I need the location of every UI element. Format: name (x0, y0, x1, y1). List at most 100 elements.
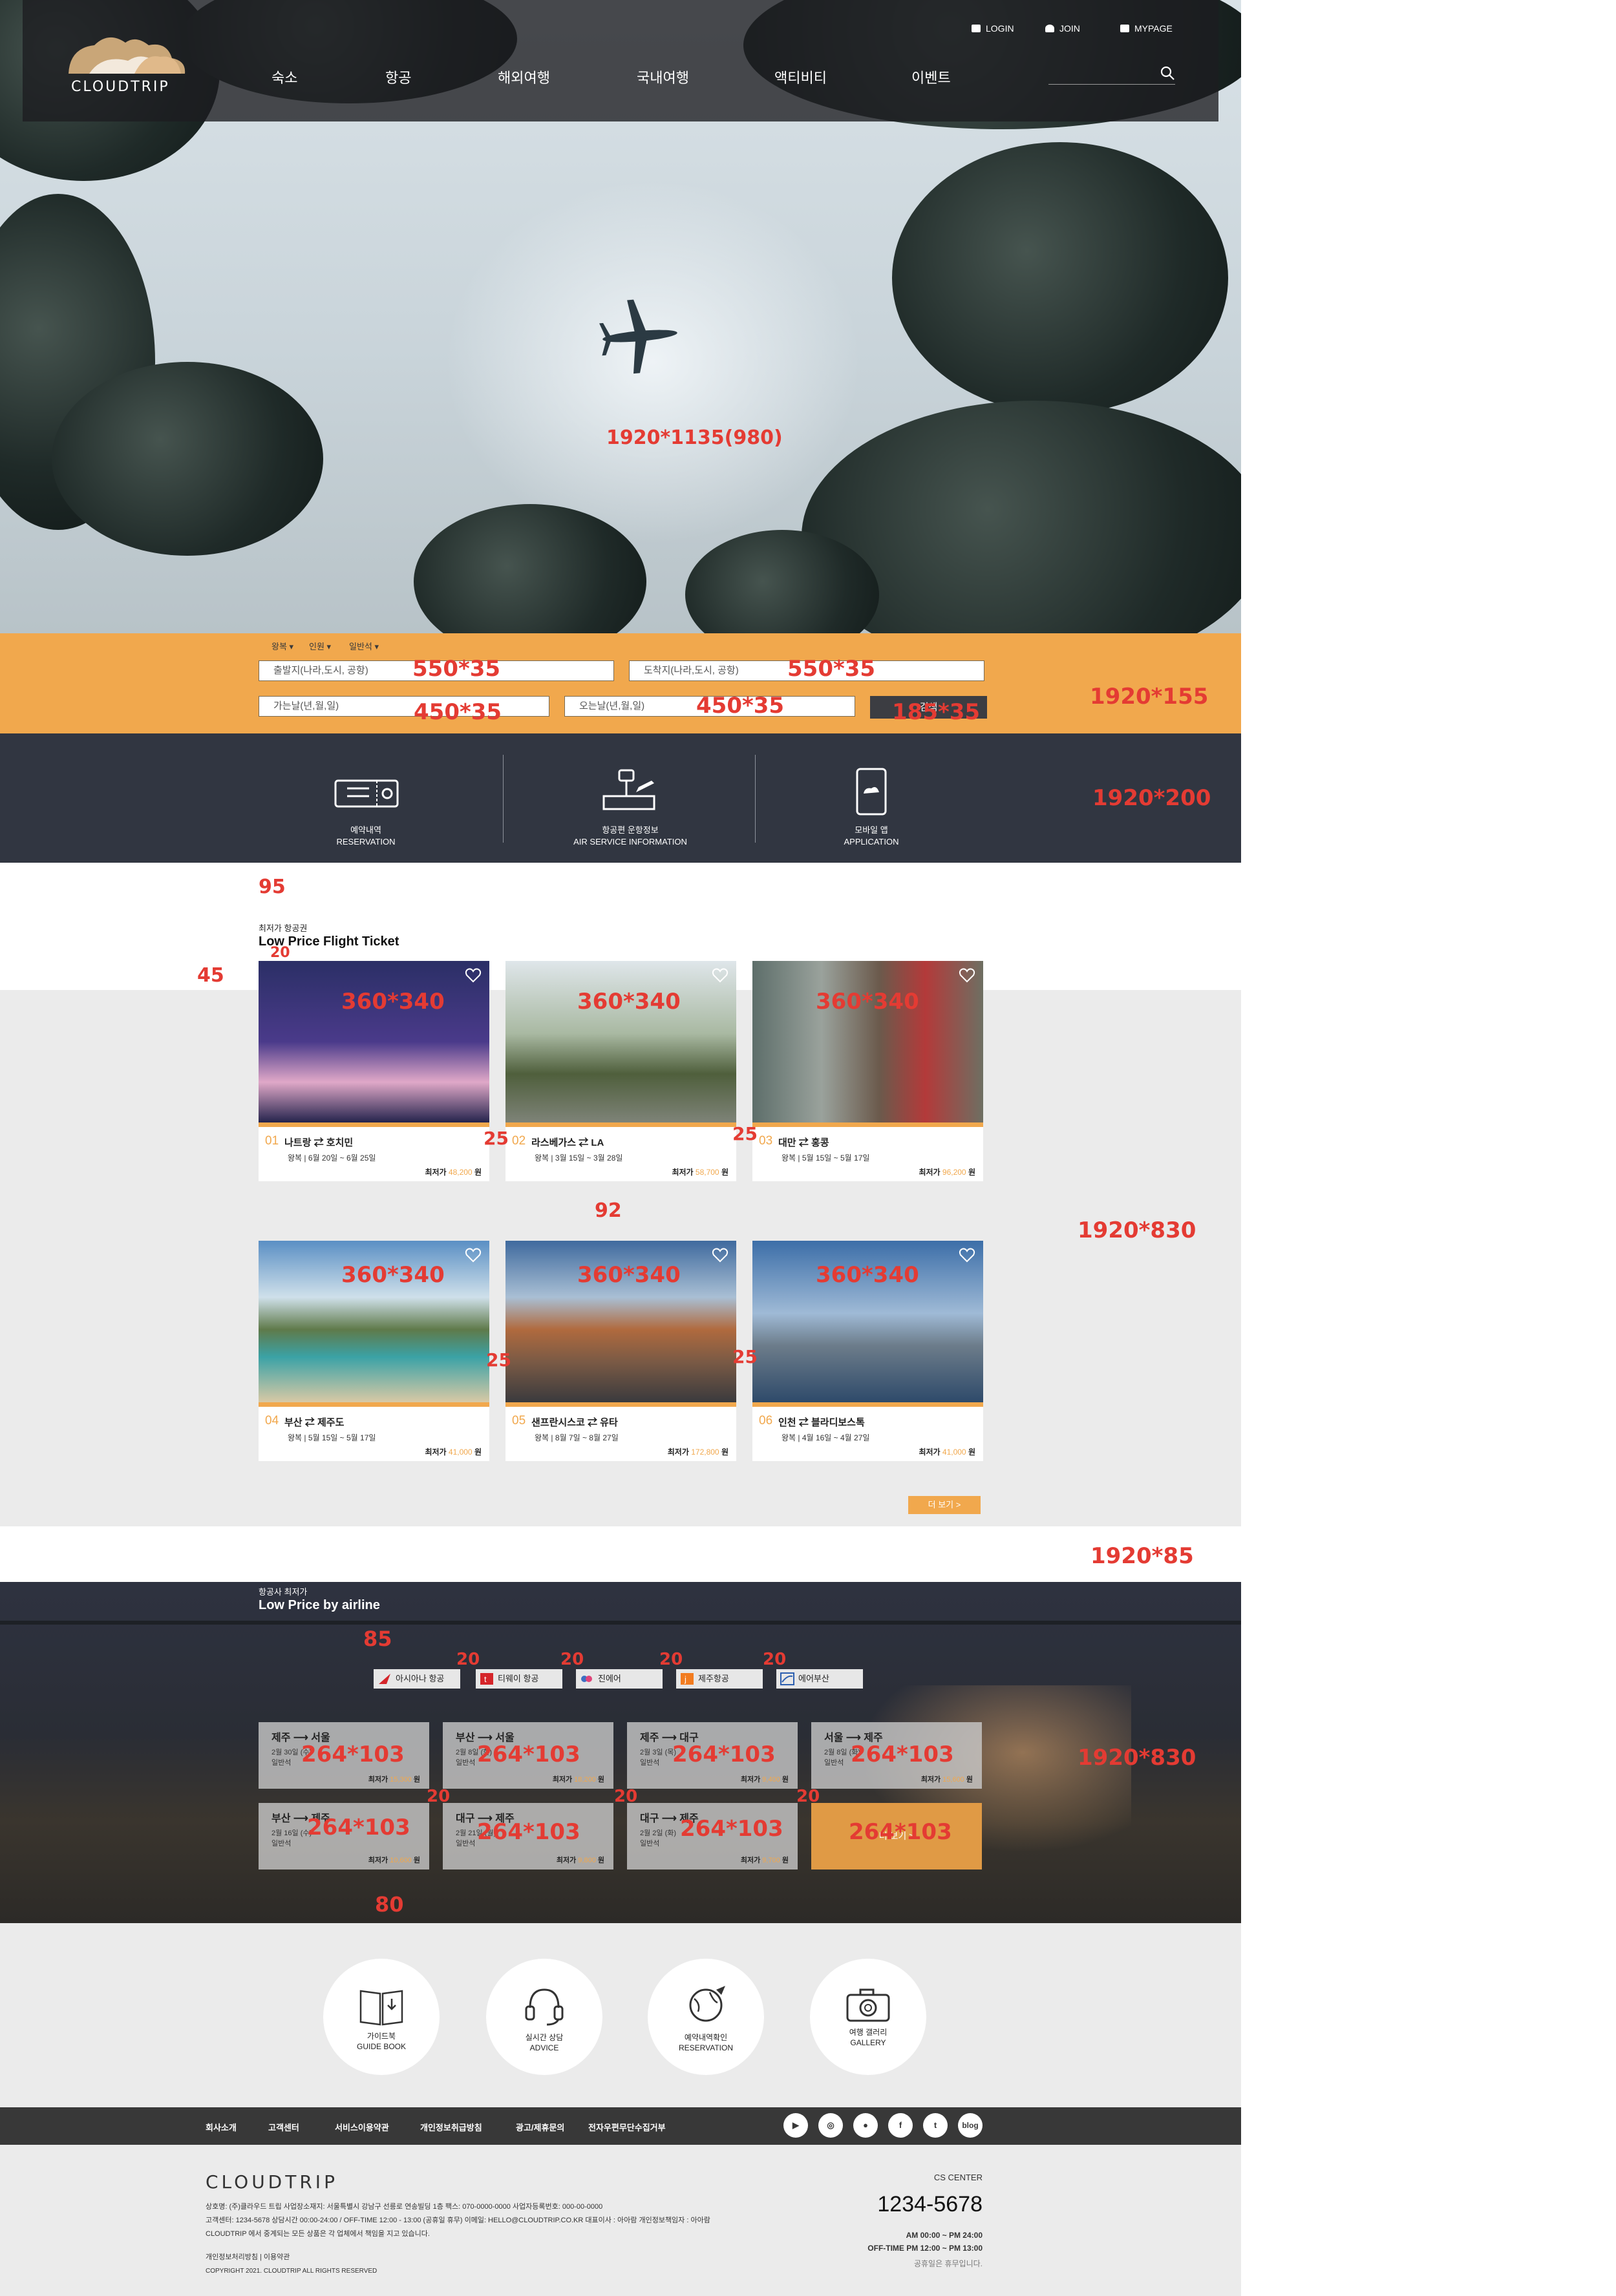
mobile-icon[interactable] (855, 766, 888, 817)
footer-link-terms[interactable]: 서비스이용약관 (335, 2121, 389, 2133)
instagram-icon[interactable]: ◎ (818, 2113, 843, 2138)
nav-item-activity[interactable]: 액티비티 (774, 67, 827, 87)
heart-icon[interactable] (712, 967, 728, 983)
airline-section (0, 1582, 1241, 1923)
heart-icon[interactable] (465, 1247, 482, 1263)
ticket-icon[interactable] (333, 775, 400, 812)
quick-link-advice[interactable]: 실시간 상담 ADVICE (486, 1959, 602, 2075)
card-number: 02 (512, 1134, 526, 1148)
card-route: 대만 ⇄ 홍콩 (778, 1137, 829, 1148)
nav-item-overseas[interactable]: 해외여행 (498, 67, 550, 87)
logo[interactable]: CLOUDTRIP (63, 28, 193, 100)
fare-date: 2월 3일 (목) (640, 1749, 677, 1756)
trip-type-select[interactable]: 왕복 ▾ (271, 640, 293, 652)
size-annotation: 360*340 (577, 989, 681, 1015)
nav-item-event[interactable]: 이벤트 (911, 67, 951, 87)
size-annotation: 80 (375, 1892, 404, 1917)
service-app[interactable]: 모바일 앱 APPLICATION (794, 825, 949, 848)
search-icon[interactable] (1160, 65, 1175, 81)
nav-item-stay[interactable]: 숙소 (271, 67, 297, 87)
footer-info: CLOUDTRIP 에서 중계되는 모든 상품은 각 업체에서 책임을 지고 있… (206, 2230, 430, 2238)
user-icon (1045, 25, 1054, 32)
card-route: 인천 ⇄ 블라디보스톡 (778, 1417, 865, 1428)
section-subtitle: 항공사 최저가 (259, 1587, 308, 1597)
airline-tab-tway[interactable]: t 티웨이 항공 (476, 1669, 562, 1689)
card-photo (259, 961, 489, 1122)
twitter-icon[interactable]: t (923, 2113, 948, 2138)
swap-arrow-icon: ⇄ (798, 1417, 809, 1428)
size-annotation: 1920*830 (1078, 1745, 1196, 1771)
card-dates: 왕복 | 3월 15일 ~ 3월 28일 (535, 1153, 623, 1163)
service-reservation[interactable]: 예약내역 RESERVATION (288, 825, 443, 848)
join-link[interactable]: JOIN (1045, 23, 1080, 34)
heart-icon[interactable] (712, 1247, 728, 1263)
footer-link-support[interactable]: 고객센터 (268, 2121, 299, 2133)
size-annotation: 264*103 (672, 1742, 776, 1767)
card-dates: 왕복 | 5월 15일 ~ 5월 17일 (781, 1153, 870, 1163)
cs-hours: AM 00:00 ~ PM 24:00 (906, 2231, 983, 2240)
size-annotation: 45 (197, 964, 224, 987)
size-annotation: 450*35 (414, 699, 502, 725)
quick-link-guidebook[interactable]: 가이드북 GUIDE BOOK (323, 1959, 440, 2075)
arrow-right-icon: ⟶ (293, 1813, 308, 1824)
heart-icon[interactable] (959, 967, 975, 983)
window-frame (0, 1621, 1241, 1625)
card-accent-bar (752, 1122, 983, 1127)
headset-icon (525, 1988, 564, 2026)
card-accent-bar (752, 1402, 983, 1407)
blog-icon[interactable]: blog (958, 2113, 983, 2138)
heart-icon[interactable] (959, 1247, 975, 1263)
svg-text:j: j (684, 1674, 686, 1684)
swap-arrow-icon: ⇄ (314, 1137, 324, 1148)
card-price: 최저가 96,200 원 (919, 1168, 975, 1177)
size-annotation: 264*103 (307, 1815, 410, 1840)
airline-tab-jinair[interactable]: 진에어 (576, 1669, 663, 1689)
chat-icon[interactable]: ● (853, 2113, 878, 2138)
size-annotation: 25 (486, 1349, 511, 1371)
footer-link-privacy[interactable]: 개인정보취급방침 (420, 2121, 482, 2133)
heart-icon[interactable] (465, 967, 482, 983)
service-air-info[interactable]: 항공편 운항정보 AIR SERVICE INFORMATION (553, 825, 708, 848)
size-annotation: 1920*200 (1092, 785, 1211, 811)
size-annotation: 20 (763, 1650, 787, 1669)
footer-info: 고객센터: 1234-5678 상담시간 00:00-24:00 / OFF-T… (206, 2217, 710, 2224)
login-link[interactable]: LOGIN (972, 23, 1014, 34)
size-annotation: 1920*1135(980) (606, 427, 783, 449)
footer-link-company[interactable]: 회사소개 (206, 2121, 237, 2133)
fare-price: 최저가 10,600 원 (368, 1857, 420, 1864)
quick-link-reservation[interactable]: 예약내역확인 RESERVATION (648, 1959, 764, 2075)
size-annotation: 25 (484, 1128, 509, 1149)
fare-class: 일반석 (456, 1759, 476, 1767)
airline-tab-asiana[interactable]: 아시아나 항공 (374, 1669, 460, 1689)
youtube-icon[interactable]: ▶ (783, 2113, 808, 2138)
more-button[interactable]: 더 보기 > (908, 1496, 981, 1514)
airline-tab-airbusan[interactable]: 에어부산 (776, 1669, 863, 1689)
footer-link-email-policy[interactable]: 전자우편무단수집거부 (588, 2121, 666, 2133)
people-select[interactable]: 인원 ▾ (309, 640, 331, 652)
fare-class: 일반석 (456, 1840, 476, 1848)
quick-link-gallery[interactable]: 여행 갤러리 GALLERY (810, 1959, 926, 2075)
seat-select[interactable]: 일반석 ▾ (349, 640, 379, 652)
airport-icon[interactable] (600, 768, 658, 813)
nav-item-domestic[interactable]: 국내여행 (637, 67, 689, 87)
mypage-link[interactable]: MYPAGE (1120, 23, 1173, 34)
fare-date: 2월 16일 (수) (271, 1829, 312, 1837)
footer-policy-links[interactable]: 개인정보처리방침 | 이용약관 (206, 2251, 290, 2262)
airline-tab-jejuair[interactable]: j 제주항공 (676, 1669, 763, 1689)
facebook-icon[interactable]: f (888, 2113, 913, 2138)
footer-link-ads[interactable]: 광고/제휴문의 (516, 2121, 564, 2133)
cs-holiday: 공휴일은 휴무입니다. (913, 2259, 983, 2268)
size-annotation: 25 (732, 1123, 758, 1144)
size-annotation: 85 (363, 1627, 392, 1651)
card-photo (752, 961, 983, 1122)
tree-canopy (52, 362, 323, 556)
size-annotation: 360*340 (341, 1262, 445, 1288)
cs-offtime: OFF-TIME PM 12:00 ~ PM 13:00 (867, 2244, 983, 2253)
depart-date-field[interactable]: 가는날(년,월,일) (259, 696, 549, 717)
card-dates: 왕복 | 4월 16일 ~ 4월 27일 (781, 1433, 870, 1442)
size-annotation: 185*35 (892, 699, 981, 725)
search-input[interactable] (1048, 84, 1175, 85)
nav-item-flight[interactable]: 항공 (385, 67, 411, 87)
size-annotation: 264*103 (477, 1819, 580, 1845)
fare-class: 일반석 (640, 1759, 660, 1767)
